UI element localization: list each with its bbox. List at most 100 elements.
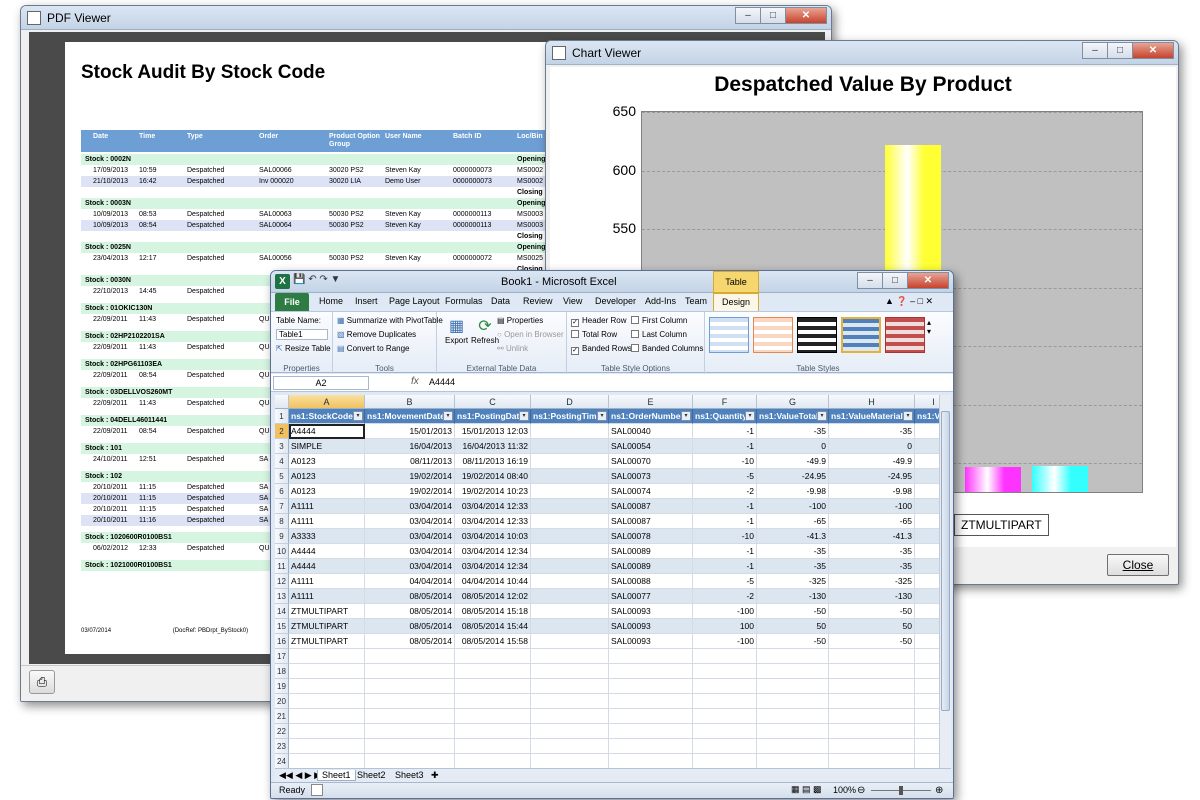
table-header-cell[interactable]: ns1:PostingDate ▾ <box>455 409 531 424</box>
row-header[interactable]: 1 <box>275 409 289 424</box>
table-cell[interactable]: 16/04/2013 11:32 <box>455 439 531 454</box>
macro-record-icon[interactable] <box>311 784 323 796</box>
table-cell[interactable] <box>531 469 609 484</box>
table-cell[interactable]: -50 <box>757 634 829 649</box>
empty-cell[interactable] <box>829 649 915 664</box>
table-cell[interactable]: A1111 <box>289 499 365 514</box>
column-header[interactable]: A <box>289 395 365 409</box>
row-header[interactable]: 5 <box>275 469 289 484</box>
zoom-slider-handle[interactable] <box>899 786 903 795</box>
empty-cell[interactable] <box>757 754 829 768</box>
close-window-button[interactable]: ✕ <box>1132 42 1174 59</box>
pdf-titlebar[interactable]: PDF Viewer – □ ✕ <box>21 6 831 30</box>
table-cell[interactable] <box>915 514 939 529</box>
column-header[interactable]: B <box>365 395 455 409</box>
select-all-corner[interactable] <box>275 395 289 409</box>
row-header[interactable]: 16 <box>275 634 289 649</box>
table-cell[interactable]: 50 <box>829 619 915 634</box>
zoom-out-icon[interactable]: ⊖ <box>857 785 865 796</box>
tab-home[interactable]: Home <box>319 296 343 306</box>
table-cell[interactable] <box>915 484 939 499</box>
table-cell[interactable]: 08/11/2013 <box>365 454 455 469</box>
fx-icon[interactable]: fx <box>411 376 419 387</box>
convert-to-range-button[interactable]: ▤ Convert to Range <box>337 344 410 353</box>
tab-team[interactable]: Team <box>685 296 707 306</box>
table-cell[interactable] <box>915 424 939 439</box>
table-cell[interactable]: 19/02/2014 10:23 <box>455 484 531 499</box>
empty-cell[interactable] <box>693 694 757 709</box>
table-cell[interactable]: -24.95 <box>829 469 915 484</box>
table-cell[interactable] <box>915 544 939 559</box>
maximize-button[interactable]: □ <box>760 7 786 24</box>
empty-cell[interactable] <box>693 754 757 768</box>
table-cell[interactable] <box>915 589 939 604</box>
table-cell[interactable]: 100 <box>693 619 757 634</box>
table-cell[interactable]: A3333 <box>289 529 365 544</box>
empty-cell[interactable] <box>693 679 757 694</box>
refresh-button[interactable]: ⟳ Refresh <box>471 316 499 345</box>
table-cell[interactable]: -2 <box>693 484 757 499</box>
tab-page-layout[interactable]: Page Layout <box>389 296 440 306</box>
table-cell[interactable]: -41.3 <box>829 529 915 544</box>
filter-dropdown-icon[interactable]: ▾ <box>519 411 529 421</box>
empty-cell[interactable] <box>455 664 531 679</box>
table-header-cell[interactable]: ns1:ValueTotal ▾ <box>757 409 829 424</box>
table-cell[interactable]: -35 <box>757 559 829 574</box>
first-column-checkbox[interactable]: First Column <box>631 316 687 325</box>
table-header-cell[interactable]: ns1:ValueMaterial ▾ <box>829 409 915 424</box>
filter-dropdown-icon[interactable]: ▾ <box>681 411 691 421</box>
sheet-tab-3[interactable]: Sheet3 <box>395 770 424 780</box>
tab-review[interactable]: Review <box>523 296 553 306</box>
row-header[interactable]: 24 <box>275 754 289 768</box>
table-cell[interactable]: SAL00087 <box>609 499 693 514</box>
row-header[interactable]: 8 <box>275 514 289 529</box>
table-cell[interactable]: 03/04/2014 12:34 <box>455 544 531 559</box>
column-header[interactable]: C <box>455 395 531 409</box>
table-cell[interactable]: 08/05/2014 12:02 <box>455 589 531 604</box>
chart-titlebar[interactable]: Chart Viewer – □ ✕ <box>546 41 1178 65</box>
tab-add-ins[interactable]: Add-Ins <box>645 296 676 306</box>
banded-columns-checkbox[interactable]: Banded Columns <box>631 344 703 353</box>
table-cell[interactable]: 15/01/2013 12:03 <box>455 424 531 439</box>
column-header[interactable]: D <box>531 395 609 409</box>
table-style-swatch-orange[interactable] <box>753 317 793 353</box>
table-cell[interactable]: 08/05/2014 15:44 <box>455 619 531 634</box>
empty-cell[interactable] <box>289 739 365 754</box>
table-name-input[interactable]: Table1 <box>276 329 328 340</box>
row-header[interactable]: 15 <box>275 619 289 634</box>
table-cell[interactable]: A0123 <box>289 469 365 484</box>
empty-cell[interactable] <box>609 694 693 709</box>
table-header-cell[interactable]: ns1:Quantity ▾ <box>693 409 757 424</box>
vertical-scrollbar[interactable] <box>939 395 951 768</box>
row-header[interactable]: 17 <box>275 649 289 664</box>
remove-duplicates-button[interactable]: ▧ Remove Duplicates <box>337 330 416 339</box>
empty-cell[interactable] <box>455 649 531 664</box>
quick-access-toolbar[interactable]: 💾 ↶ ↷ ▼ <box>293 274 340 285</box>
table-cell[interactable]: -5 <box>693 469 757 484</box>
empty-cell[interactable] <box>693 709 757 724</box>
row-header[interactable]: 4 <box>275 454 289 469</box>
empty-cell[interactable] <box>915 709 939 724</box>
empty-cell[interactable] <box>531 709 609 724</box>
empty-cell[interactable] <box>531 754 609 768</box>
empty-cell[interactable] <box>757 694 829 709</box>
last-column-checkbox[interactable]: Last Column <box>631 330 687 339</box>
empty-cell[interactable] <box>609 739 693 754</box>
empty-cell[interactable] <box>829 679 915 694</box>
total-row-checkbox[interactable]: Total Row <box>571 330 617 339</box>
table-cell[interactable]: -100 <box>693 604 757 619</box>
minimize-button[interactable]: – <box>857 272 883 289</box>
table-cell[interactable]: -1 <box>693 514 757 529</box>
table-cell[interactable]: 03/04/2014 <box>365 499 455 514</box>
table-cell[interactable] <box>915 604 939 619</box>
table-cell[interactable]: A0123 <box>289 454 365 469</box>
empty-cell[interactable] <box>915 664 939 679</box>
scrollbar-thumb[interactable] <box>941 411 950 711</box>
sheet-tab-2[interactable]: Sheet2 <box>357 770 386 780</box>
empty-cell[interactable] <box>757 649 829 664</box>
empty-cell[interactable] <box>915 679 939 694</box>
table-cell[interactable]: -35 <box>757 424 829 439</box>
zoom-level[interactable]: 100% <box>833 785 856 795</box>
column-header[interactable]: I <box>915 395 939 409</box>
table-cell[interactable] <box>531 589 609 604</box>
